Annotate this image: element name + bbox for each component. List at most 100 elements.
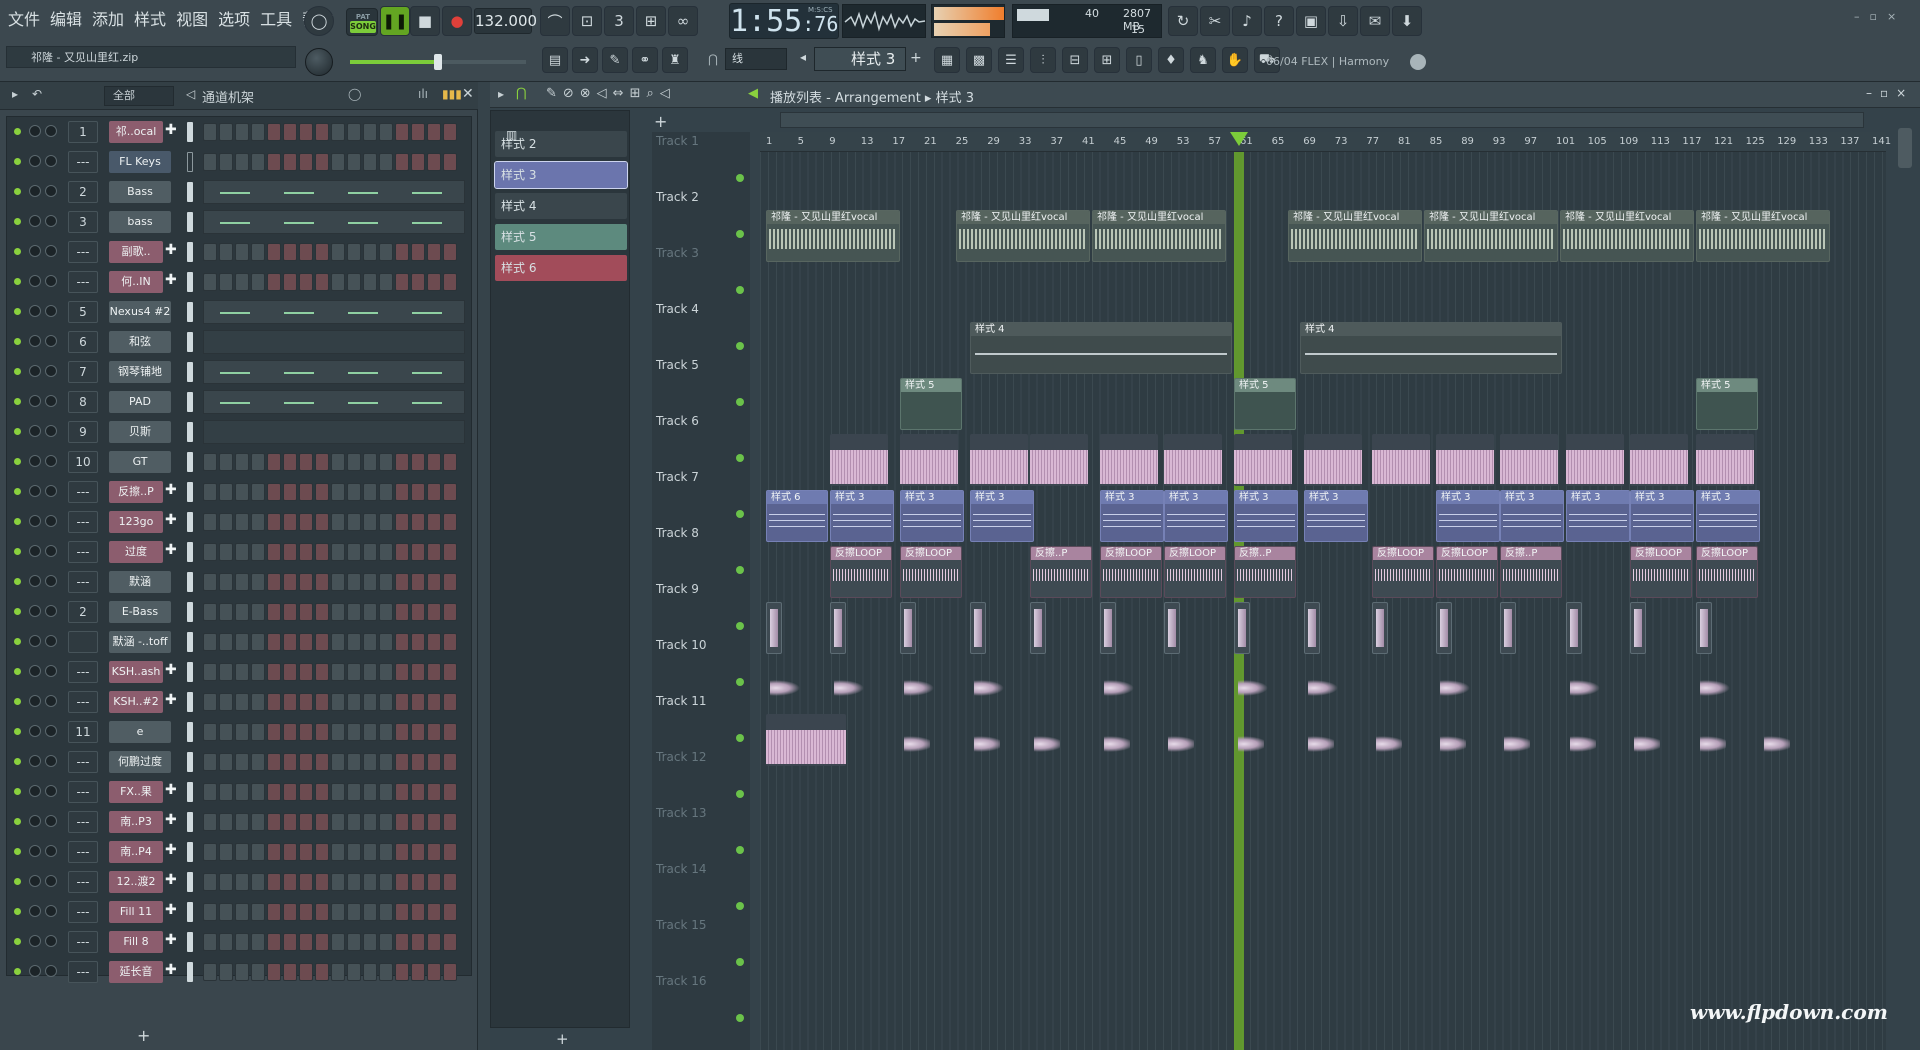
clip-kick[interactable]: [1100, 658, 1150, 710]
pause-icon[interactable]: ❚❚: [380, 6, 410, 36]
channel-volume-knob[interactable]: [45, 395, 57, 407]
step-button[interactable]: [283, 723, 297, 741]
clip-pat3[interactable]: 样式 3: [1234, 490, 1298, 542]
channel-select-indicator[interactable]: [187, 362, 193, 382]
step-button[interactable]: [331, 663, 345, 681]
step-button[interactable]: [299, 543, 313, 561]
step-button[interactable]: [251, 153, 265, 171]
mixer-track-number[interactable]: 3: [68, 211, 98, 233]
clip-pat5[interactable]: 样式 5: [1696, 378, 1758, 430]
step-button[interactable]: [267, 903, 281, 921]
step-button[interactable]: [315, 723, 329, 741]
step-button[interactable]: [347, 843, 361, 861]
channel-row[interactable]: --- Fill 11 ✚: [7, 897, 473, 927]
step-button[interactable]: [283, 783, 297, 801]
channel-select-indicator[interactable]: [187, 872, 193, 892]
step-button[interactable]: [427, 843, 441, 861]
channel-pan-knob[interactable]: [29, 635, 41, 647]
rack-menu-icon[interactable]: ▸: [12, 87, 18, 101]
step-button[interactable]: [251, 963, 265, 981]
document-icon[interactable]: ▯: [1126, 47, 1152, 73]
step-button[interactable]: [219, 933, 233, 951]
channel-name-button[interactable]: 南..P3: [109, 811, 163, 833]
channel-select-indicator[interactable]: [187, 122, 193, 142]
step-button[interactable]: [347, 243, 361, 261]
clip-loop[interactable]: 反擦LOOP: [1372, 546, 1434, 598]
channel-name-button[interactable]: 延长音: [109, 961, 163, 983]
step-button[interactable]: [347, 633, 361, 651]
step-button[interactable]: [203, 963, 217, 981]
clip-pat3[interactable]: 样式 3: [1630, 490, 1694, 542]
step-button[interactable]: [363, 813, 377, 831]
channel-select-indicator[interactable]: [187, 512, 193, 532]
step-button[interactable]: [411, 873, 425, 891]
step-button[interactable]: [427, 243, 441, 261]
record-icon[interactable]: ●: [442, 6, 472, 36]
clip-pat6[interactable]: [830, 434, 888, 486]
channel-pan-knob[interactable]: [29, 155, 41, 167]
step-button[interactable]: [395, 963, 409, 981]
clip-loop[interactable]: 反擦LOOP: [1696, 546, 1758, 598]
step-button[interactable]: [251, 693, 265, 711]
step-button[interactable]: [395, 723, 409, 741]
channel-name-button[interactable]: FX..果: [109, 781, 163, 803]
step-button[interactable]: [379, 453, 393, 471]
clip-kick[interactable]: [1760, 714, 1790, 766]
step-button[interactable]: [235, 843, 249, 861]
piano-roll-preview[interactable]: [203, 390, 465, 414]
clip-hit[interactable]: [1372, 602, 1388, 654]
step-button[interactable]: [331, 453, 345, 471]
step-button[interactable]: [299, 843, 313, 861]
step-button[interactable]: [299, 153, 313, 171]
step-button[interactable]: [411, 723, 425, 741]
step-button[interactable]: [363, 753, 377, 771]
step-button[interactable]: [379, 903, 393, 921]
step-button[interactable]: [331, 933, 345, 951]
channel-pan-knob[interactable]: [29, 185, 41, 197]
step-button[interactable]: [379, 843, 393, 861]
clip-kick[interactable]: [1164, 714, 1194, 766]
tempo-display[interactable]: 132.000: [474, 8, 537, 34]
channel-pan-knob[interactable]: [29, 965, 41, 977]
playlist-icon[interactable]: ▦: [934, 47, 960, 73]
channel-volume-knob[interactable]: [45, 515, 57, 527]
step-button[interactable]: [347, 693, 361, 711]
step-button[interactable]: [251, 123, 265, 141]
step-button[interactable]: [219, 483, 233, 501]
undo-history-icon[interactable]: ↻: [1168, 6, 1198, 36]
step-button[interactable]: [267, 483, 281, 501]
channel-volume-knob[interactable]: [45, 245, 57, 257]
channel-row[interactable]: 5 Nexus4 #2: [7, 297, 473, 327]
clip-pat6[interactable]: [970, 434, 1028, 486]
step-button[interactable]: [443, 573, 457, 591]
channel-volume-knob[interactable]: [45, 485, 57, 497]
channel-volume-knob[interactable]: [45, 455, 57, 467]
step-button[interactable]: [379, 753, 393, 771]
step-button[interactable]: [267, 543, 281, 561]
mixer-track-number[interactable]: 8: [68, 391, 98, 413]
step-button[interactable]: [411, 633, 425, 651]
pattern-song-toggle[interactable]: PAT SONG: [346, 8, 378, 36]
channel-name-button[interactable]: 贝斯: [109, 421, 171, 443]
step-button[interactable]: [395, 573, 409, 591]
step-button[interactable]: [379, 513, 393, 531]
step-button[interactable]: [427, 753, 441, 771]
step-button[interactable]: [395, 513, 409, 531]
step-button[interactable]: [283, 573, 297, 591]
channel-volume-knob[interactable]: [45, 785, 57, 797]
step-button[interactable]: [443, 963, 457, 981]
pattern-selector[interactable]: 样式 3: [814, 47, 906, 71]
step-button[interactable]: [251, 873, 265, 891]
step-button[interactable]: [443, 153, 457, 171]
step-button[interactable]: [443, 783, 457, 801]
channel-mute-led[interactable]: [14, 728, 21, 735]
step-button[interactable]: [347, 513, 361, 531]
step-button[interactable]: [315, 813, 329, 831]
step-button[interactable]: [427, 123, 441, 141]
step-button[interactable]: [395, 693, 409, 711]
mixer-track-number[interactable]: ---: [68, 571, 98, 593]
loop-record-icon[interactable]: ∞: [668, 6, 698, 36]
channel-name-button[interactable]: 默涵: [109, 571, 171, 593]
clip-pat3[interactable]: 样式 3: [1164, 490, 1228, 542]
clip-pat3[interactable]: 样式 3: [1566, 490, 1630, 542]
